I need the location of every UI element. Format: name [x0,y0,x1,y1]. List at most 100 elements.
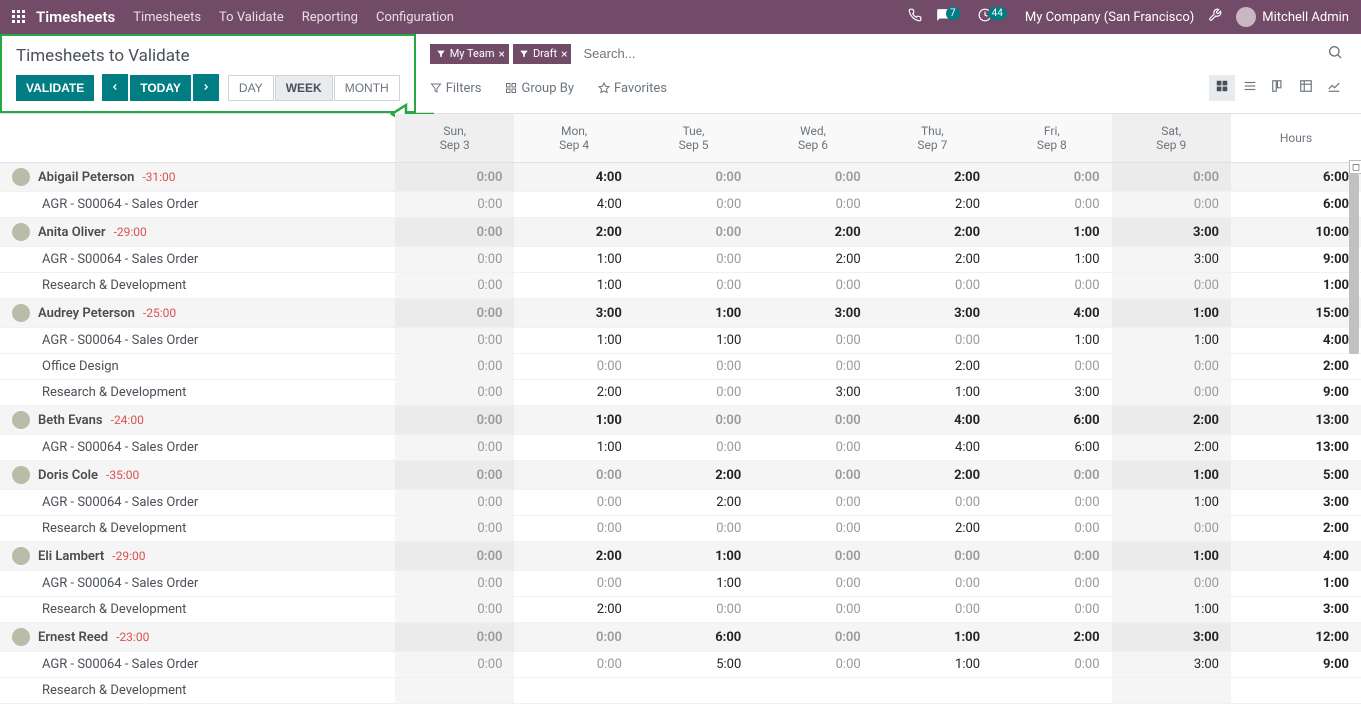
task-row[interactable]: Research & Development0:001:000:000:000:… [0,273,1361,299]
time-cell[interactable]: 2:00 [514,542,633,571]
time-cell[interactable]: 0:00 [395,652,514,678]
time-cell[interactable]: 0:00 [634,406,753,435]
employee-row[interactable]: Audrey Peterson -25:000:003:001:003:003:… [0,299,1361,328]
employee-row[interactable]: Beth Evans -24:000:001:000:000:004:006:0… [0,406,1361,435]
time-cell[interactable]: 0:00 [395,623,514,652]
time-cell[interactable]: 0:00 [1112,354,1231,380]
time-cell[interactable]: 3:00 [873,299,992,328]
time-cell[interactable]: 4:00 [992,299,1111,328]
time-cell[interactable]: 1:00 [873,623,992,652]
nav-configuration[interactable]: Configuration [376,10,454,25]
activity-icon[interactable]: 44 [978,8,1011,26]
time-cell[interactable]: 0:00 [395,192,514,218]
time-cell[interactable]: 6:00 [992,406,1111,435]
prev-button[interactable] [102,74,128,101]
time-cell[interactable]: 2:00 [992,623,1111,652]
time-cell[interactable]: 0:00 [395,597,514,623]
range-month-button[interactable]: MONTH [334,75,400,101]
app-brand[interactable]: Timesheets [36,8,115,26]
time-cell[interactable]: 0:00 [634,597,753,623]
task-row[interactable]: AGR - S00064 - Sales Order0:000:001:000:… [0,571,1361,597]
nav-timesheets[interactable]: Timesheets [133,10,201,25]
expand-button[interactable]: ◻ [1349,160,1361,174]
employee-row[interactable]: Doris Cole -35:000:000:002:000:002:000:0… [0,461,1361,490]
employee-row[interactable]: Ernest Reed -23:000:000:006:000:001:002:… [0,623,1361,652]
time-cell[interactable]: 0:00 [634,163,753,192]
time-cell[interactable]: 0:00 [395,354,514,380]
user-menu[interactable]: Mitchell Admin [1236,7,1349,27]
time-cell[interactable]: 0:00 [753,597,872,623]
employee-row[interactable]: Eli Lambert -29:000:002:001:000:000:000:… [0,542,1361,571]
task-row[interactable]: Research & Development0:002:000:000:000:… [0,597,1361,623]
time-cell[interactable]: 0:00 [873,328,992,354]
time-cell[interactable]: 0:00 [992,273,1111,299]
time-cell[interactable]: 2:00 [514,597,633,623]
time-cell[interactable]: 0:00 [992,516,1111,542]
time-cell[interactable]: 0:00 [514,490,633,516]
time-cell[interactable]: 0:00 [753,652,872,678]
time-cell[interactable]: 2:00 [873,516,992,542]
time-cell[interactable]: 5:00 [634,652,753,678]
time-cell[interactable]: 3:00 [1112,218,1231,247]
time-cell[interactable]: 0:00 [514,571,633,597]
time-cell[interactable]: 0:00 [753,273,872,299]
time-cell[interactable]: 1:00 [1112,490,1231,516]
time-cell[interactable]: 1:00 [634,328,753,354]
time-cell[interactable]: 0:00 [634,192,753,218]
search-facet-myteam[interactable]: My Team × [430,44,509,64]
groupby-button[interactable]: Group By [505,81,574,96]
time-cell[interactable]: 0:00 [753,192,872,218]
time-cell[interactable]: 2:00 [873,461,992,490]
time-cell[interactable]: 0:00 [992,163,1111,192]
search-facet-draft[interactable]: Draft × [513,44,572,64]
time-cell[interactable]: 1:00 [992,218,1111,247]
time-cell[interactable]: 2:00 [873,354,992,380]
time-cell[interactable] [514,678,633,704]
time-cell[interactable]: 0:00 [753,435,872,461]
time-cell[interactable]: 2:00 [873,192,992,218]
time-cell[interactable]: 0:00 [395,542,514,571]
time-cell[interactable]: 0:00 [395,490,514,516]
time-cell[interactable]: 0:00 [634,247,753,273]
time-cell[interactable]: 0:00 [873,597,992,623]
time-cell[interactable]: 0:00 [514,652,633,678]
phone-icon[interactable] [908,8,922,26]
task-row[interactable]: AGR - S00064 - Sales Order0:000:002:000:… [0,490,1361,516]
time-cell[interactable]: 3:00 [753,299,872,328]
time-cell[interactable]: 0:00 [514,623,633,652]
time-cell[interactable]: 1:00 [514,273,633,299]
time-cell[interactable]: 0:00 [992,542,1111,571]
task-row[interactable]: AGR - S00064 - Sales Order0:004:000:000:… [0,192,1361,218]
company-selector[interactable]: My Company (San Francisco) [1025,10,1194,25]
time-cell[interactable]: 0:00 [873,273,992,299]
time-cell[interactable]: 0:00 [514,354,633,380]
facet-remove-icon[interactable]: × [499,47,505,61]
time-cell[interactable]: 0:00 [753,516,872,542]
time-cell[interactable]: 0:00 [395,218,514,247]
time-cell[interactable]: 4:00 [873,406,992,435]
time-cell[interactable]: 3:00 [992,380,1111,406]
time-cell[interactable]: 1:00 [514,406,633,435]
time-cell[interactable]: 0:00 [395,163,514,192]
time-cell[interactable]: 1:00 [1112,461,1231,490]
time-cell[interactable]: 0:00 [514,516,633,542]
time-cell[interactable]: 2:00 [514,380,633,406]
time-cell[interactable]: 0:00 [992,571,1111,597]
nav-reporting[interactable]: Reporting [302,10,358,25]
time-cell[interactable]: 1:00 [634,542,753,571]
time-cell[interactable]: 0:00 [634,354,753,380]
filters-button[interactable]: Filters [430,81,482,96]
time-cell[interactable] [1112,678,1231,704]
time-cell[interactable]: 3:00 [1112,247,1231,273]
time-cell[interactable]: 0:00 [992,597,1111,623]
time-cell[interactable]: 1:00 [1112,299,1231,328]
time-cell[interactable]: 0:00 [992,192,1111,218]
time-cell[interactable] [753,678,872,704]
time-cell[interactable]: 0:00 [873,490,992,516]
employee-row[interactable]: Abigail Peterson -31:000:004:000:000:002… [0,163,1361,192]
time-cell[interactable]: 0:00 [395,328,514,354]
time-cell[interactable]: 2:00 [634,490,753,516]
range-week-button[interactable]: WEEK [275,75,333,101]
time-cell[interactable]: 2:00 [634,461,753,490]
time-cell[interactable]: 0:00 [753,490,872,516]
